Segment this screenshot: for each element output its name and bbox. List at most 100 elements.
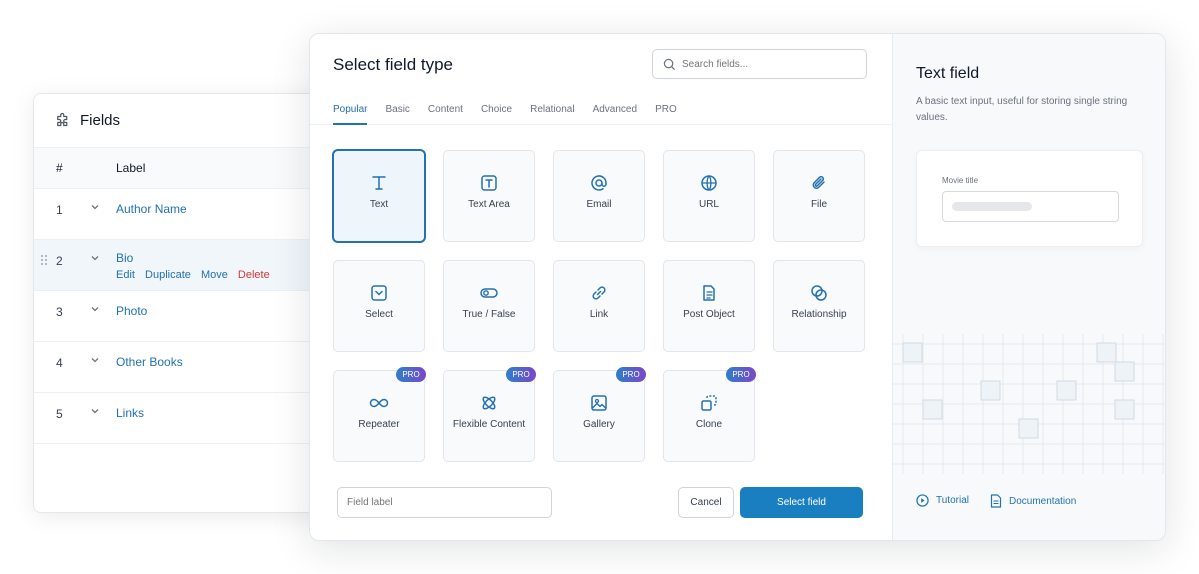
document-icon [990,494,1002,508]
text-icon [372,176,386,190]
field-type-label: Email [586,199,612,210]
chevron-down-icon[interactable] [90,189,116,215]
search-icon [663,58,676,70]
field-type-label: Text [369,199,389,210]
preview-input [942,191,1119,222]
column-label: Label [116,161,146,175]
field-type-label: Relationship [791,309,847,320]
row-number: 4 [56,356,63,370]
field-type-url[interactable]: URL [663,150,755,242]
play-circle-icon [916,494,929,507]
field-type-label: Link [589,309,609,320]
documentation-label: Documentation [1009,495,1077,507]
chevron-down-icon[interactable] [90,291,116,317]
toggle-icon [480,288,498,298]
pro-badge: PRO [726,367,756,382]
tab-basic[interactable]: Basic [385,98,409,125]
chevron-down-icon[interactable] [90,393,116,419]
clone-icon [701,395,717,411]
table-row[interactable]: 4 Other Books [34,342,332,393]
tutorial-label: Tutorial [936,495,969,506]
field-name-link[interactable]: Other Books [116,342,183,369]
select-field-modal: Select field type Popular Basic Content … [309,33,1166,541]
field-name-link[interactable]: Author Name [116,189,187,216]
tab-bar: Popular Basic Content Choice Relational … [310,98,892,125]
delete-link[interactable]: Delete [238,269,270,281]
globe-icon [701,175,717,191]
field-type-file[interactable]: File [773,150,865,242]
textarea-icon [481,175,497,191]
table-row[interactable]: 1 Author Name [34,189,332,240]
field-type-text[interactable]: Text [333,150,425,242]
tab-content[interactable]: Content [428,98,463,125]
field-type-repeater[interactable]: PRO Repeater [333,367,426,462]
preview-card: Movie title [916,150,1143,247]
search-input[interactable] [682,58,842,70]
field-type-label: URL [698,199,719,210]
link-icon [592,286,606,300]
move-link[interactable]: Move [201,269,228,281]
paperclip-icon [812,175,825,189]
field-type-gallery[interactable]: PRO Gallery [553,367,646,462]
fields-panel: Fields # Label 1 Author Name 2 Bio Edit … [33,93,333,513]
field-type-label: Repeater [358,419,400,430]
cancel-button[interactable]: Cancel [678,487,734,518]
row-number: 3 [56,305,63,319]
field-type-label: True / False [462,309,516,320]
search-box[interactable] [652,49,867,79]
edit-link[interactable]: Edit [116,269,135,281]
detail-title: Text field [916,65,980,82]
modal-title: Select field type [333,55,454,74]
flexible-icon [482,396,496,410]
tab-pro[interactable]: PRO [655,98,677,125]
field-type-select[interactable]: Select [333,260,425,352]
field-type-label: Gallery [583,419,615,430]
documentation-link[interactable]: Documentation [990,494,1076,508]
row-number: 1 [56,203,63,217]
pro-badge: PRO [396,367,426,382]
field-detail-panel: Text field A basic text input, useful fo… [892,34,1165,540]
field-type-label: File [810,199,828,210]
column-number: # [56,161,63,175]
modal-main: Select field type Popular Basic Content … [310,34,892,540]
row-number: 5 [56,407,63,421]
field-type-email[interactable]: Email [553,150,645,242]
tutorial-link[interactable]: Tutorial [916,494,969,507]
tab-advanced[interactable]: Advanced [593,98,637,125]
field-type-clone[interactable]: PRO Clone [663,367,756,462]
document-icon [703,285,715,301]
field-type-true-false[interactable]: True / False [443,260,535,352]
field-name-link[interactable]: Links [116,393,144,420]
row-actions: Edit Duplicate Move Delete [116,269,277,281]
field-type-label: Text Area [468,199,510,210]
drag-handle-icon[interactable] [39,254,49,266]
puzzle-icon [57,112,68,126]
pro-badge: PRO [616,367,646,382]
tab-popular[interactable]: Popular [333,98,368,125]
field-type-label: Clone [695,419,723,430]
tab-relational[interactable]: Relational [530,98,574,125]
field-type-label: Post Object [683,309,735,320]
field-type-relationship[interactable]: Relationship [773,260,865,352]
image-icon [591,395,607,411]
preview-label: Movie title [942,176,979,185]
table-row[interactable]: 3 Photo [34,291,332,342]
placeholder-skeleton [952,202,1032,211]
field-type-link[interactable]: Link [553,260,645,352]
tab-choice[interactable]: Choice [481,98,512,125]
field-type-post-object[interactable]: Post Object [663,260,755,352]
field-type-flexible-content[interactable]: PRO Flexible Content [443,367,536,462]
table-row[interactable]: 5 Links [34,393,332,444]
field-label-input[interactable] [337,487,552,518]
table-row[interactable]: 2 Bio Edit Duplicate Move Delete [34,240,332,291]
chevron-down-icon[interactable] [90,342,116,368]
chevron-down-icon[interactable] [90,240,116,266]
infinity-icon [369,398,389,408]
field-name-link[interactable]: Photo [116,291,147,318]
field-name-link[interactable]: Bio [116,251,277,265]
duplicate-link[interactable]: Duplicate [145,269,191,281]
field-type-text-area[interactable]: Text Area [443,150,535,242]
fields-column-header: # Label [34,148,332,189]
fields-title: Fields [80,112,121,129]
select-field-button[interactable]: Select field [740,487,863,518]
